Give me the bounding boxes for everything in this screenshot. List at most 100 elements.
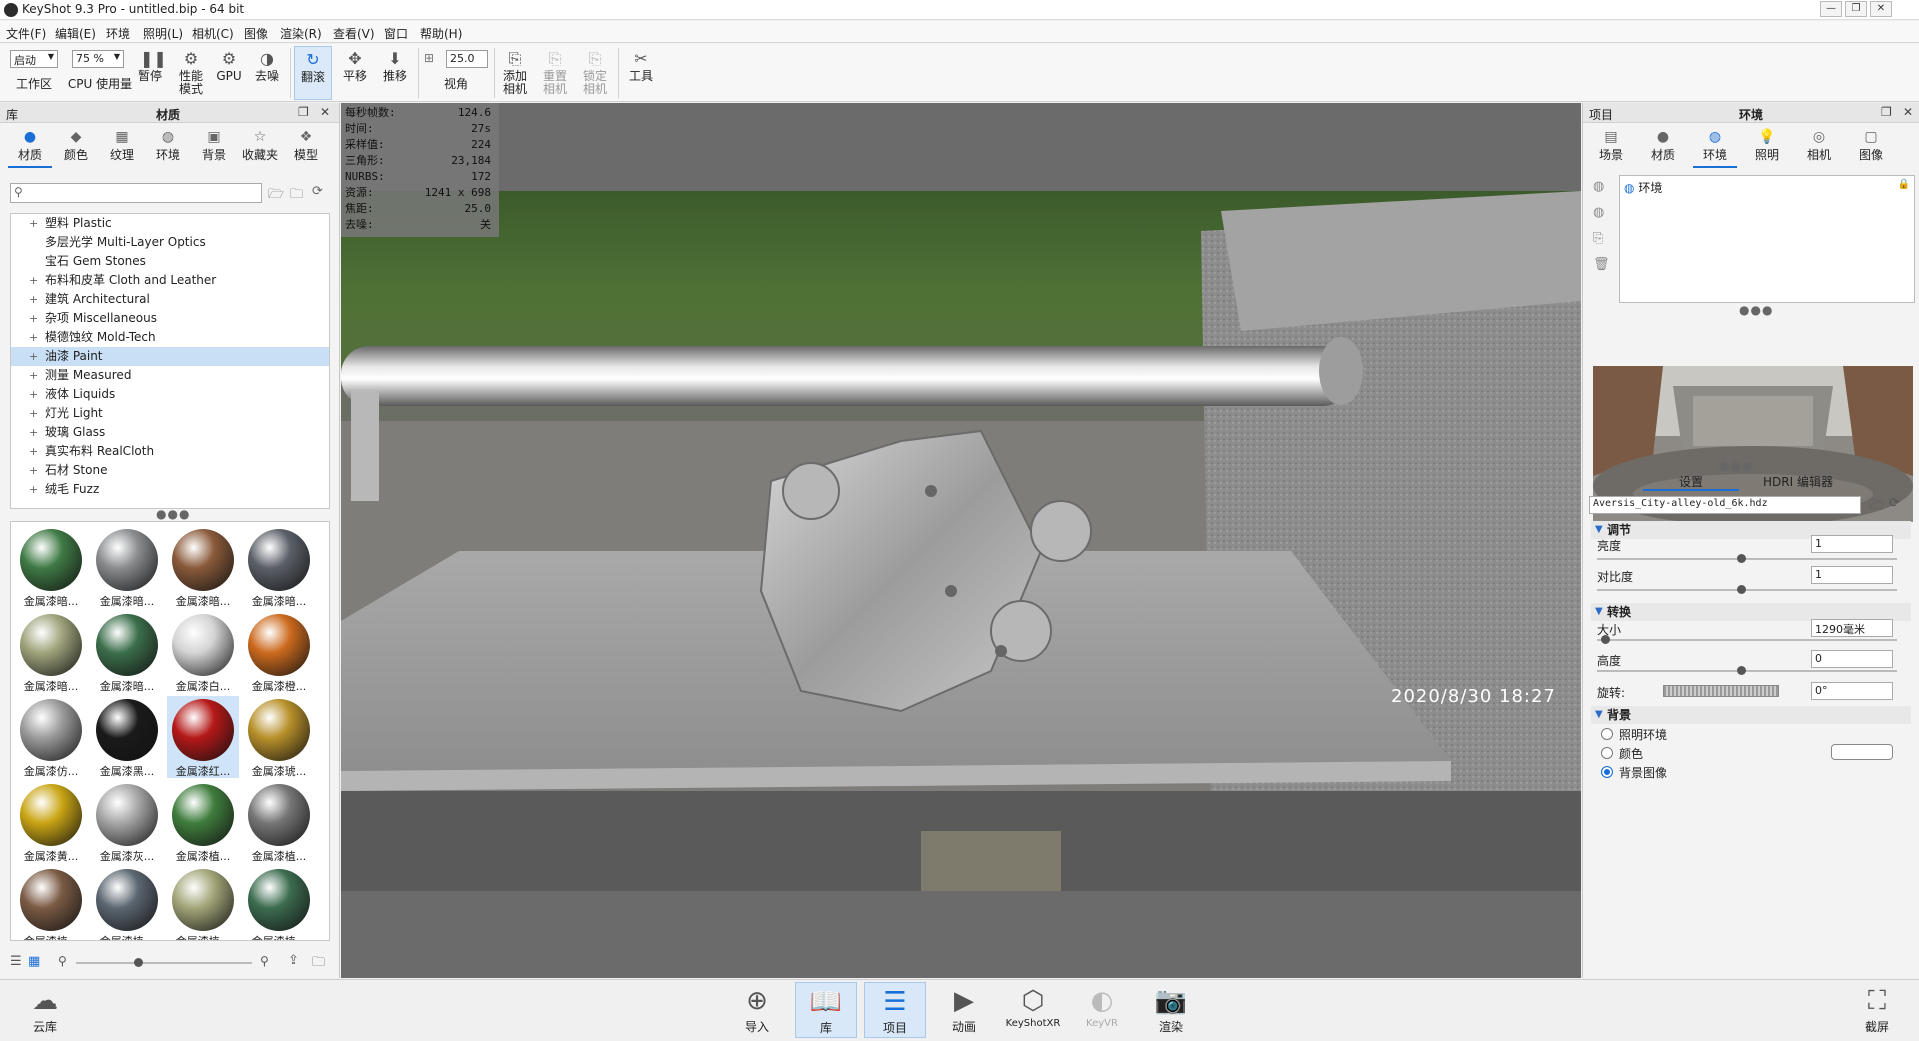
tree-item-realcloth[interactable]: + 真实布料 RealCloth (11, 442, 329, 461)
bg-lighting-env-radio[interactable] (1601, 728, 1613, 740)
environment-list-item[interactable]: ◍ 环境 (1624, 179, 1662, 196)
material-thumbnail[interactable]: 金属漆仿... (15, 696, 87, 778)
menu-render[interactable]: 渲染(R) (280, 25, 322, 42)
expand-icon[interactable]: + (29, 328, 38, 347)
expand-icon[interactable]: + (29, 290, 38, 309)
subtab-hdri-editor[interactable]: HDRI 编辑器 (1743, 473, 1853, 491)
library-button[interactable]: 📖 库 (795, 982, 857, 1038)
contrast-slider-knob[interactable] (1737, 585, 1746, 594)
refresh-icon[interactable]: ⟳ (1889, 496, 1900, 511)
size-slider-knob[interactable] (1601, 635, 1610, 644)
reset-camera-button[interactable]: ⎘ 重置 相机 (538, 46, 572, 100)
tree-item-architectural[interactable]: + 建筑 Architectural (11, 290, 329, 309)
expand-icon[interactable]: + (29, 271, 38, 290)
close-panel-icon[interactable]: ✕ (1903, 105, 1913, 119)
keyvr-button[interactable]: ◐ KeyVR (1071, 982, 1133, 1038)
splitter-handle[interactable]: ●●● (1739, 303, 1773, 317)
thumbnail-size-slider[interactable] (76, 962, 252, 964)
tree-item-fuzz[interactable]: + 绒毛 Fuzz (11, 480, 329, 499)
list-view-icon[interactable]: ☰ (10, 954, 22, 969)
material-thumbnail[interactable]: 金属漆暗... (167, 526, 239, 608)
material-thumbnail[interactable]: 金属漆橙... (243, 611, 315, 693)
menu-view[interactable]: 查看(V) (333, 25, 375, 42)
tree-item-plastic[interactable]: + 塑料 Plastic (11, 214, 329, 233)
tree-item-cloth-leather[interactable]: + 布料和皮革 Cloth and Leather (11, 271, 329, 290)
folder-import-icon[interactable]: 🗁 (268, 185, 284, 207)
tab-materials[interactable]: ● 材质 (8, 128, 52, 168)
menu-lighting[interactable]: 照明(L) (143, 25, 183, 42)
material-thumbnail[interactable]: 金属漆暗... (243, 526, 315, 608)
expand-icon[interactable]: + (29, 480, 38, 499)
bg-color-swatch[interactable] (1831, 744, 1893, 760)
bg-color-radio[interactable] (1601, 747, 1613, 759)
contrast-input[interactable]: 1 (1811, 566, 1893, 584)
fov-input[interactable]: 25.0 (446, 50, 488, 68)
tree-item-measured[interactable]: + 测量 Measured (11, 366, 329, 385)
project-button[interactable]: ☰ 项目 (864, 982, 926, 1038)
brightness-slider-knob[interactable] (1737, 554, 1746, 563)
material-thumbnail[interactable]: 金属漆植... (243, 781, 315, 863)
height-input[interactable]: 0 (1811, 650, 1893, 668)
background-section-header[interactable]: ▼ 背景 (1591, 706, 1911, 724)
material-thumbnail[interactable]: 金属漆黄... (15, 781, 87, 863)
tab-scene[interactable]: ▤ 场景 (1589, 128, 1633, 168)
menu-window[interactable]: 窗口 (384, 25, 408, 42)
rotation-input[interactable]: 0° (1811, 682, 1893, 700)
tab-image[interactable]: ▢ 图像 (1849, 128, 1893, 168)
tree-item-liquids[interactable]: + 液体 Liquids (11, 385, 329, 404)
tree-item-glass[interactable]: + 玻璃 Glass (11, 423, 329, 442)
denoise-button[interactable]: ◑ 去噪 (250, 46, 284, 100)
tumble-button[interactable]: ↻ 翻滚 (294, 46, 332, 100)
duplicate-environment-icon[interactable]: ◍ (1593, 205, 1604, 220)
expand-icon[interactable]: + (29, 385, 38, 404)
keyshotxr-button[interactable]: ⬡ KeyShotXR (1002, 982, 1064, 1038)
material-thumbnail[interactable]: 金属漆暗... (91, 526, 163, 608)
pause-button[interactable]: ❚❚ 暂停 (136, 46, 167, 100)
mode-dropdown[interactable]: 启动 ▼ (10, 50, 58, 68)
tree-item-paint[interactable]: + 油漆 Paint (11, 347, 329, 366)
screenshot-button[interactable]: ⛶ 截屏 (1846, 982, 1908, 1038)
brightness-input[interactable]: 1 (1811, 535, 1893, 553)
height-slider-knob[interactable] (1737, 666, 1746, 675)
restore-button[interactable]: ❐ (1845, 1, 1867, 17)
expand-icon[interactable]: + (29, 347, 38, 366)
material-thumbnail[interactable]: 金属漆黑... (91, 696, 163, 778)
render-button[interactable]: 📷 渲染 (1140, 982, 1202, 1038)
splitter-handle[interactable]: ●●● (1719, 459, 1753, 473)
import-button[interactable]: ⊕ 导入 (726, 982, 788, 1038)
tab-material[interactable]: ● 材质 (1641, 128, 1685, 168)
subtab-settings[interactable]: 设置 (1643, 473, 1739, 491)
expand-icon[interactable]: + (29, 404, 38, 423)
thumbnail-size-slider-knob[interactable] (134, 958, 143, 967)
material-thumbnail[interactable]: 金属漆植... (167, 866, 239, 940)
size-slider[interactable] (1597, 639, 1897, 641)
animation-button[interactable]: ▶ 动画 (933, 982, 995, 1038)
material-thumbnail[interactable]: 金属漆红... (167, 696, 239, 778)
tree-item-mold-tech[interactable]: + 模德蚀纹 Mold-Tech (11, 328, 329, 347)
upload-icon[interactable]: ⇪ (288, 953, 299, 968)
tree-item-light[interactable]: + 灯光 Light (11, 404, 329, 423)
menu-help[interactable]: 帮助(H) (420, 25, 462, 42)
hdri-file-field[interactable]: Aversis_City-alley-old_6k.hdz (1589, 496, 1861, 514)
grid-view-icon[interactable]: ▦ (28, 954, 40, 969)
material-thumbnail[interactable]: 金属漆暗... (15, 526, 87, 608)
add-camera-button[interactable]: ⎘ 添加 相机 (498, 46, 532, 100)
expand-icon[interactable]: + (29, 423, 38, 442)
undock-icon[interactable]: ❐ (1881, 105, 1892, 119)
splitter-handle[interactable]: ●●● (156, 507, 190, 521)
tab-colors[interactable]: ◆ 颜色 (54, 128, 98, 168)
close-button[interactable]: ✕ (1870, 1, 1892, 17)
pan-button[interactable]: ✥ 平移 (338, 46, 372, 100)
tab-environment[interactable]: ◍ 环境 (1693, 128, 1737, 168)
tab-lighting[interactable]: 💡 照明 (1745, 128, 1789, 168)
material-thumbnail[interactable]: 金属漆琥... (243, 696, 315, 778)
undock-icon[interactable]: ❐ (298, 105, 309, 119)
menu-image[interactable]: 图像 (244, 25, 268, 42)
close-panel-icon[interactable]: ✕ (320, 105, 330, 119)
tab-textures[interactable]: ▦ 纹理 (100, 128, 144, 168)
minimize-button[interactable]: — (1820, 1, 1842, 17)
expand-icon[interactable]: + (29, 366, 38, 385)
material-thumbnail[interactable]: 金属漆暗... (91, 611, 163, 693)
cpu-usage-dropdown[interactable]: 75 % ▼ (72, 50, 124, 68)
refresh-icon[interactable]: ⟳ (312, 184, 323, 199)
